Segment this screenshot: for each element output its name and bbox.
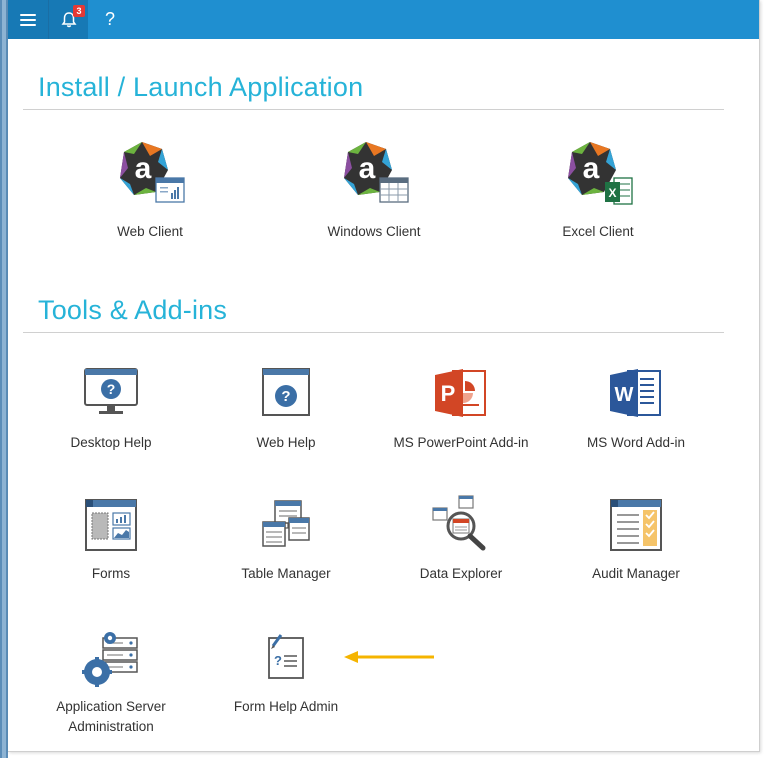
forms-tile[interactable]: Forms — [23, 498, 199, 588]
notification-count-badge: 3 — [73, 5, 85, 17]
data-explorer-icon — [431, 494, 491, 557]
form-help-admin-label: Form Help Admin — [233, 699, 339, 714]
app-server-admin-label: Application Server Administration — [56, 699, 166, 734]
menu-icon — [20, 13, 36, 26]
desktop-help-tile[interactable]: ? Desktop Help — [23, 367, 199, 457]
excel-client-tile[interactable]: a X Excel Client — [510, 140, 686, 250]
powerpoint-addin-label: MS PowerPoint Add-in — [393, 435, 529, 450]
axiom-windows-client-icon: a — [336, 140, 412, 213]
help-icon: ? — [104, 9, 115, 29]
desktop-help-label: Desktop Help — [70, 435, 152, 450]
svg-text:a: a — [135, 152, 152, 185]
tools-section-divider — [23, 332, 724, 333]
svg-text:?: ? — [281, 388, 290, 405]
audit-manager-tile[interactable]: Audit Manager — [548, 498, 724, 588]
tools-section-title: Tools & Add-ins — [38, 295, 228, 325]
top-toolbar: 3 ? — [8, 0, 759, 39]
forms-label: Forms — [91, 566, 131, 581]
audit-manager-label: Audit Manager — [592, 566, 680, 581]
axiom-web-client-icon: a — [112, 140, 188, 213]
app-server-admin-tile[interactable]: Application Server Administration — [23, 630, 199, 740]
web-client-tile[interactable]: a Web Client — [62, 140, 238, 250]
form-help-admin-tile[interactable]: ? Form Help Admin — [198, 630, 374, 720]
data-explorer-tile[interactable]: Data Explorer — [373, 495, 549, 588]
web-help-tile[interactable]: ? Web Help — [198, 367, 374, 457]
application-launcher-window: 3 ? Install / Launch Application a Web C… — [8, 0, 760, 752]
svg-text:P: P — [441, 381, 456, 406]
arrow-left-icon — [344, 651, 434, 663]
excel-client-label: Excel Client — [562, 224, 634, 239]
data-explorer-label: Data Explorer — [419, 566, 503, 581]
web-client-label: Web Client — [117, 224, 183, 239]
svg-text:X: X — [608, 186, 616, 200]
form-help-admin-icon: ? — [264, 632, 308, 687]
powerpoint-icon: P — [433, 367, 489, 424]
table-manager-label: Table Manager — [241, 566, 331, 581]
menu-button[interactable] — [8, 0, 48, 39]
word-addin-label: MS Word Add-in — [586, 435, 686, 450]
background-window-edge — [0, 0, 8, 758]
app-server-admin-icon — [81, 632, 141, 693]
powerpoint-addin-tile[interactable]: P MS PowerPoint Add-in — [373, 367, 549, 457]
help-button[interactable]: ? — [90, 0, 130, 39]
svg-text:W: W — [615, 384, 634, 406]
table-manager-icon — [259, 498, 313, 557]
web-help-icon: ? — [260, 367, 312, 422]
install-section-divider — [23, 109, 724, 110]
windows-client-label: Windows Client — [327, 224, 421, 239]
notifications-button[interactable]: 3 — [48, 0, 88, 39]
axiom-excel-client-icon: a X — [560, 140, 636, 213]
web-help-label: Web Help — [256, 435, 316, 450]
svg-text:a: a — [583, 152, 600, 185]
svg-text:?: ? — [274, 653, 282, 668]
desktop-help-icon: ? — [83, 367, 139, 422]
windows-client-tile[interactable]: a Windows Client — [286, 140, 462, 250]
word-addin-tile[interactable]: W MS Word Add-in — [548, 367, 724, 457]
svg-text:a: a — [359, 152, 376, 185]
audit-manager-icon — [609, 498, 663, 557]
word-icon: W — [608, 367, 664, 424]
table-manager-tile[interactable]: Table Manager — [198, 498, 374, 588]
forms-icon — [84, 498, 138, 557]
install-section-title: Install / Launch Application — [38, 72, 364, 102]
svg-text:?: ? — [107, 381, 116, 397]
